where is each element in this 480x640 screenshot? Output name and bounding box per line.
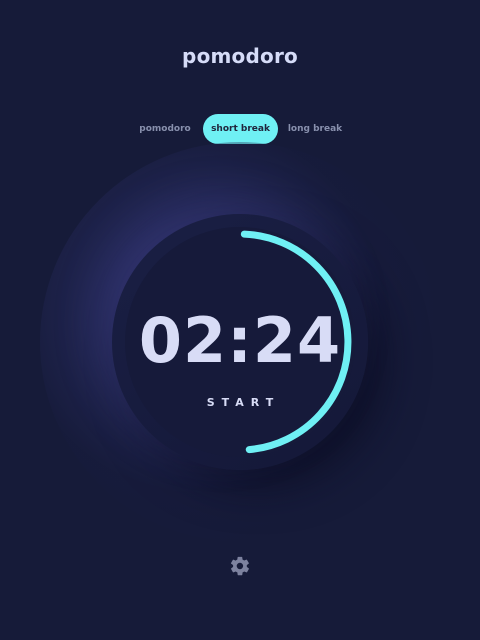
gear-icon: [230, 556, 249, 576]
start-button[interactable]: START: [0, 396, 480, 409]
settings-button[interactable]: [229, 555, 251, 577]
timer-display: 02:24: [138, 304, 342, 377]
pomodoro-app: pomodoro pomodoro short break long break…: [0, 0, 480, 640]
